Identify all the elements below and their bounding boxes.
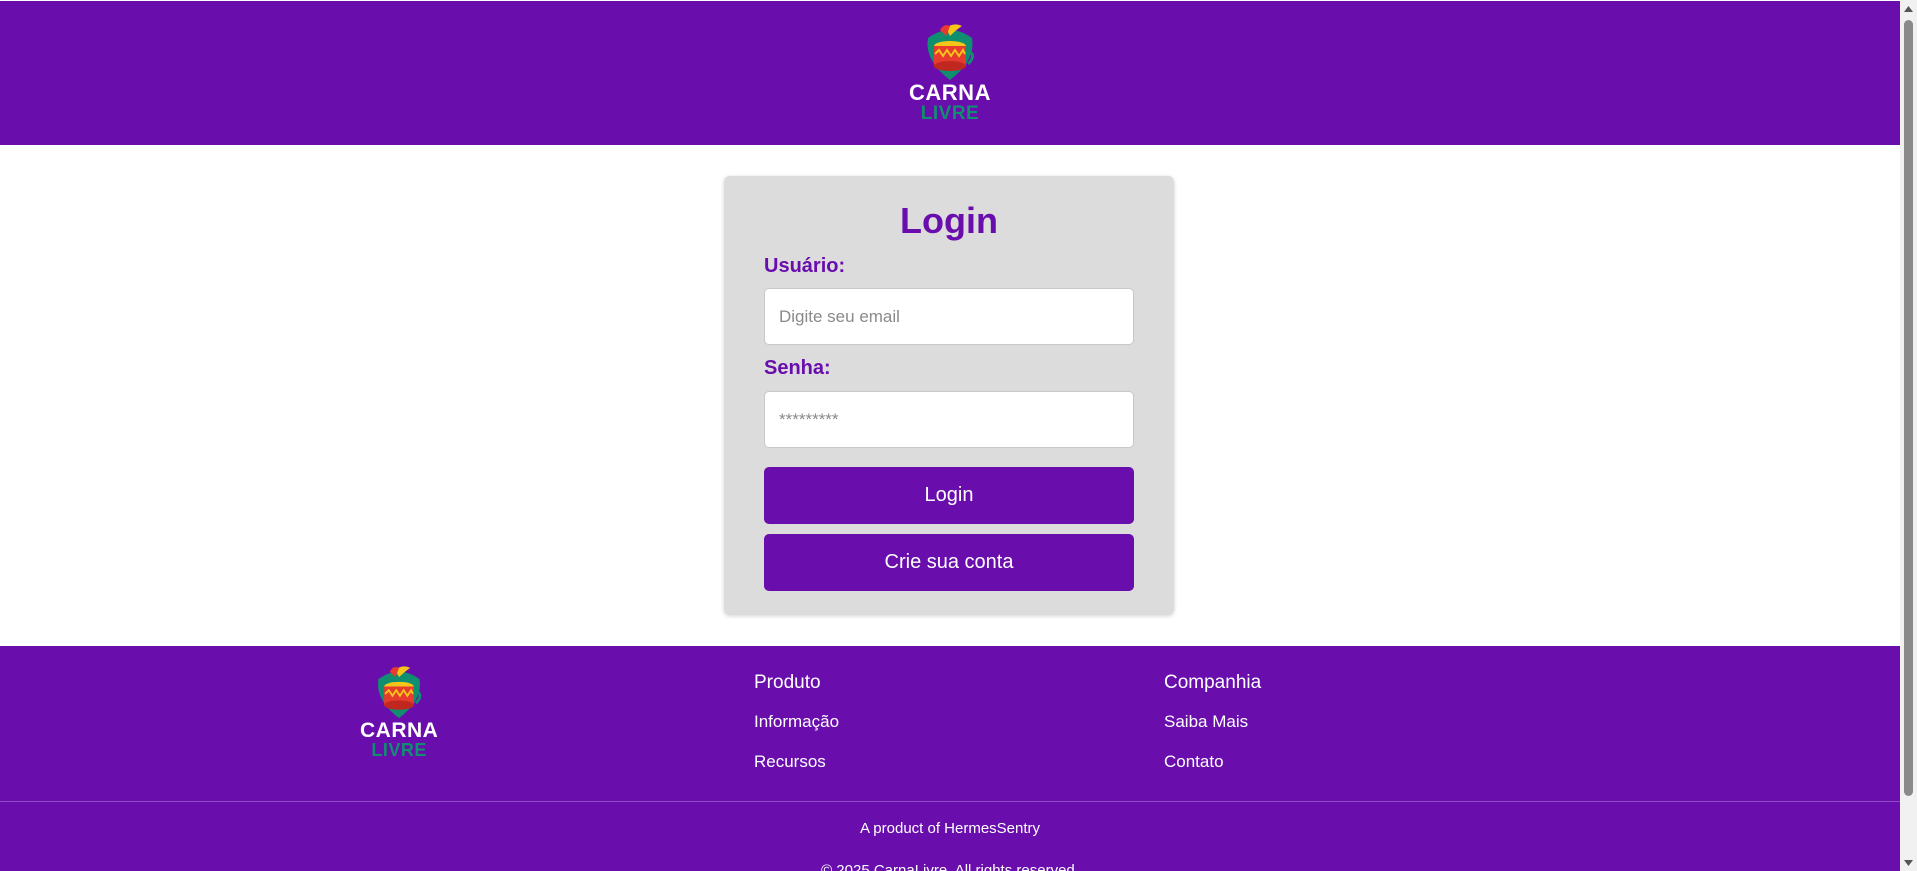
user-label: Usuário: [764, 255, 846, 277]
footer-logo[interactable]: CARNA LIVRE [360, 666, 438, 759]
login-title: Login [900, 200, 998, 241]
footer-column-company: Companhia Saiba Mais Contato [1164, 672, 1262, 771]
footer-column-product: Produto Informação Recursos [754, 672, 839, 771]
drum-mascot-icon [378, 666, 422, 719]
vertical-scrollbar[interactable] [1900, 0, 1917, 871]
footer-copyright: © 2025 CarnaLivre. All rights reserved. [821, 862, 1079, 871]
footer-link-informacao[interactable]: Informação [754, 712, 839, 732]
drum-mascot-icon [927, 23, 974, 80]
login-card: Login Usuário: Senha: Login Crie sua con… [724, 176, 1174, 615]
site-header: CARNA LIVRE [0, 1, 1900, 145]
logo-text-bottom: LIVRE [371, 740, 427, 760]
footer-link-recursos[interactable]: Recursos [754, 752, 826, 772]
header-logo[interactable]: CARNA LIVRE [909, 23, 991, 124]
logo-text-top: CARNA [360, 719, 439, 742]
email-field[interactable] [764, 288, 1134, 345]
footer-heading-company: Companhia [1164, 672, 1262, 693]
login-button[interactable]: Login [764, 467, 1134, 524]
create-account-button[interactable]: Crie sua conta [764, 534, 1134, 591]
site-footer: CARNA LIVRE Produto Informação Recursos … [0, 646, 1900, 871]
footer-heading-product: Produto [754, 672, 821, 693]
page: CARNA LIVRE Login Usuário: Senha: Login … [0, 0, 1900, 871]
footer-link-contato[interactable]: Contato [1164, 752, 1224, 772]
scroll-up-arrow-icon[interactable] [1900, 0, 1917, 17]
password-label: Senha: [764, 357, 831, 379]
logo-text-bottom: LIVRE [920, 102, 980, 124]
scroll-thumb[interactable] [1904, 20, 1913, 796]
footer-credit: A product of HermesSentry [859, 820, 1041, 837]
password-field[interactable] [764, 391, 1134, 448]
footer-divider [0, 801, 1900, 802]
footer-link-saiba-mais[interactable]: Saiba Mais [1164, 712, 1248, 732]
scroll-down-arrow-icon[interactable] [1900, 854, 1917, 871]
logo-text-top: CARNA [909, 79, 991, 105]
